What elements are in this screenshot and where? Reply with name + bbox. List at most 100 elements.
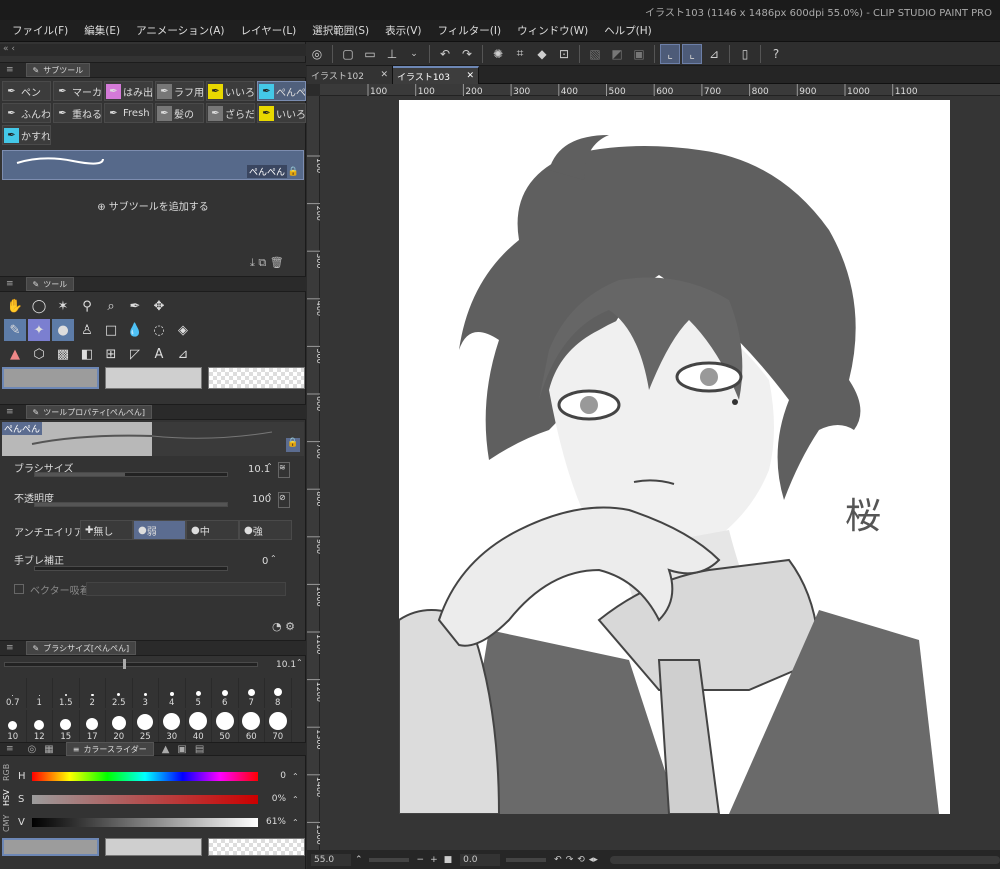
subtool-funwa[interactable]: ✒ ふんわ [2, 103, 51, 123]
rotation-value[interactable]: 0.0 [460, 853, 501, 866]
main-color-swatch[interactable] [2, 367, 99, 389]
zoom-stepper-icon[interactable]: ⌃ [355, 855, 363, 865]
trash-icon[interactable]: 🗑 [270, 256, 284, 269]
menu-selection[interactable]: 選択範囲(S) [304, 23, 377, 38]
brush-size-preset[interactable]: 2 [80, 678, 106, 708]
duplicate-icon[interactable]: ⧉ [258, 256, 266, 269]
rotation-slider[interactable] [506, 857, 547, 862]
invert-selection-icon[interactable]: ◩ [607, 44, 627, 64]
value-slider[interactable] [32, 817, 258, 827]
close-icon[interactable]: ✕ [466, 71, 474, 81]
menu-view[interactable]: 表示(V) [377, 23, 429, 38]
color-slider-tab[interactable]: ≡ カラースライダー [65, 742, 154, 756]
stepper-icon[interactable]: ⌃ [292, 772, 299, 781]
transparent-color-swatch[interactable] [208, 367, 305, 389]
sparkle-tool-icon[interactable]: ✦ [28, 319, 50, 341]
brush-size-preset[interactable]: 17 [80, 710, 106, 742]
opacity-link-icon[interactable]: ⊘ [278, 492, 290, 508]
open-file-icon[interactable]: ▭ [360, 44, 380, 64]
subtool-zaradaa[interactable]: ✒ ざらだ [206, 103, 255, 123]
brush-size-preset[interactable]: 0.7 [0, 678, 27, 708]
rectangle-icon[interactable]: □ [100, 319, 122, 341]
save-icon[interactable]: ⊥ [382, 44, 402, 64]
dropdown-icon[interactable]: ⌄ [404, 44, 424, 64]
vertical-ruler[interactable]: 100 200 300 400 500 600 700 800 900 1000 1100 1200 1… [307, 96, 324, 850]
pressure-icon[interactable]: ≋ [278, 462, 290, 478]
brush-size-preset[interactable]: 7 [239, 678, 265, 708]
subtool-kasure[interactable]: ✒ かすれ [2, 125, 51, 145]
vector-snap-checkbox[interactable] [14, 584, 24, 594]
loading-icon[interactable]: ✺ [488, 44, 508, 64]
brush-size-preset[interactable]: 40 [186, 710, 212, 742]
brush-size-preset[interactable]: 20 [106, 710, 133, 742]
rotate-left-icon[interactable]: ↶ [554, 855, 562, 865]
crop-icon[interactable]: ▣ [629, 44, 649, 64]
flip-icon[interactable]: ◂▸ [589, 855, 598, 865]
ruler-icon[interactable]: ◸ [124, 343, 146, 365]
menu-window[interactable]: ウィンドウ(W) [509, 23, 596, 38]
stabilization-slider[interactable] [34, 566, 228, 571]
subtool-tab[interactable]: ✎ サブツール [25, 63, 91, 77]
stepper-icon[interactable]: ⌃ [296, 658, 303, 667]
subtool-fresh[interactable]: ✒ Fresh [104, 103, 153, 123]
opacity-slider[interactable] [34, 502, 228, 507]
clip-studio-icon[interactable]: ◎ [307, 44, 327, 64]
decoration-icon[interactable]: ♙ [76, 319, 98, 341]
brush-size-preset[interactable]: 6 [212, 678, 239, 708]
rotate-right-icon[interactable]: ↷ [566, 855, 574, 865]
text-icon[interactable]: A [148, 343, 170, 365]
hand-icon[interactable]: ✋ [4, 295, 26, 317]
horizontal-ruler[interactable]: 100 100 200 300 400 500 600 700 800 900 1000 1100 [320, 84, 1000, 97]
subtool-pen[interactable]: ✒ ペン [2, 81, 51, 101]
brush-size-preset[interactable]: 3 [133, 678, 159, 708]
magic-wand-icon[interactable]: ✶ [52, 295, 74, 317]
brush-size-preset[interactable]: 4 [159, 678, 186, 708]
clear-icon[interactable]: ⌗ [510, 44, 530, 64]
transparent-color-swatch-bottom[interactable] [208, 838, 305, 856]
lock-icon[interactable]: 🔒 [286, 438, 300, 452]
sub-color-swatch[interactable] [105, 367, 202, 389]
menu-file[interactable]: ファイル(F) [4, 23, 76, 38]
antialias-strong[interactable]: ● 強 [239, 520, 292, 540]
subtool-iiro-2[interactable]: ✒ いいろ [257, 103, 306, 123]
sub-color-swatch-bottom[interactable] [105, 838, 202, 856]
brush-size-panel-slider[interactable] [4, 659, 258, 669]
drawing-canvas[interactable]: 桜 [398, 100, 950, 815]
saturation-slider[interactable] [32, 794, 258, 804]
hue-slider[interactable] [32, 771, 258, 781]
color-wheel-icon[interactable]: ◎ [28, 744, 37, 755]
brush-size-preset[interactable]: 70 [265, 710, 292, 742]
download-icon[interactable]: ⤓ [250, 256, 255, 269]
3d-object-icon[interactable]: ⬡ [28, 343, 50, 365]
blend-icon[interactable]: 💧 [124, 319, 146, 341]
tab-illust-103[interactable]: イラスト103 ✕ [393, 66, 479, 84]
eyedropper-icon[interactable]: ⚲ [76, 295, 98, 317]
brush-size-preset[interactable]: 50 [212, 710, 239, 742]
menu-layer[interactable]: レイヤー(L) [233, 23, 305, 38]
transform-icon[interactable]: ⊡ [554, 44, 574, 64]
help-icon[interactable]: ? [766, 44, 786, 64]
tool-tab[interactable]: ✎ ツール [25, 277, 75, 291]
menu-animation[interactable]: アニメーション(A) [128, 23, 232, 38]
frame-icon[interactable]: ⊞ [100, 343, 122, 365]
pen-tool-icon[interactable]: ✎ [4, 319, 26, 341]
fill-icon[interactable]: ◆ [532, 44, 552, 64]
cake-icon[interactable]: ▲ [4, 343, 26, 365]
subtool-marker[interactable]: ✒ マーカ [53, 81, 102, 101]
subtool-hair[interactable]: ✒ 髪の [155, 103, 204, 123]
brush-size-slider[interactable] [34, 472, 228, 477]
zoom-in-icon[interactable]: + [430, 855, 438, 865]
special-ruler-snap-icon[interactable]: ⌞ [682, 43, 702, 64]
menu-edit[interactable]: 編集(E) [76, 23, 128, 38]
gradient-icon[interactable]: ◧ [76, 343, 98, 365]
stepper-icon[interactable]: ⌃ [270, 554, 277, 563]
horizontal-scrollbar[interactable] [609, 855, 1000, 864]
brush-size-preset[interactable]: 1.5 [53, 678, 80, 708]
ruler-snap-icon[interactable]: ⌞ [660, 43, 680, 64]
antialias-weak[interactable]: ● 弱 [133, 520, 186, 540]
panel-collapse-bar[interactable]: « ‹ [0, 44, 306, 56]
color-set-icon[interactable]: ▦ [44, 744, 53, 755]
brush-size-preset[interactable]: 15 [53, 710, 80, 742]
fit-icon[interactable]: ■ [444, 855, 453, 865]
wrench-icon[interactable]: ⚙ [285, 620, 295, 633]
